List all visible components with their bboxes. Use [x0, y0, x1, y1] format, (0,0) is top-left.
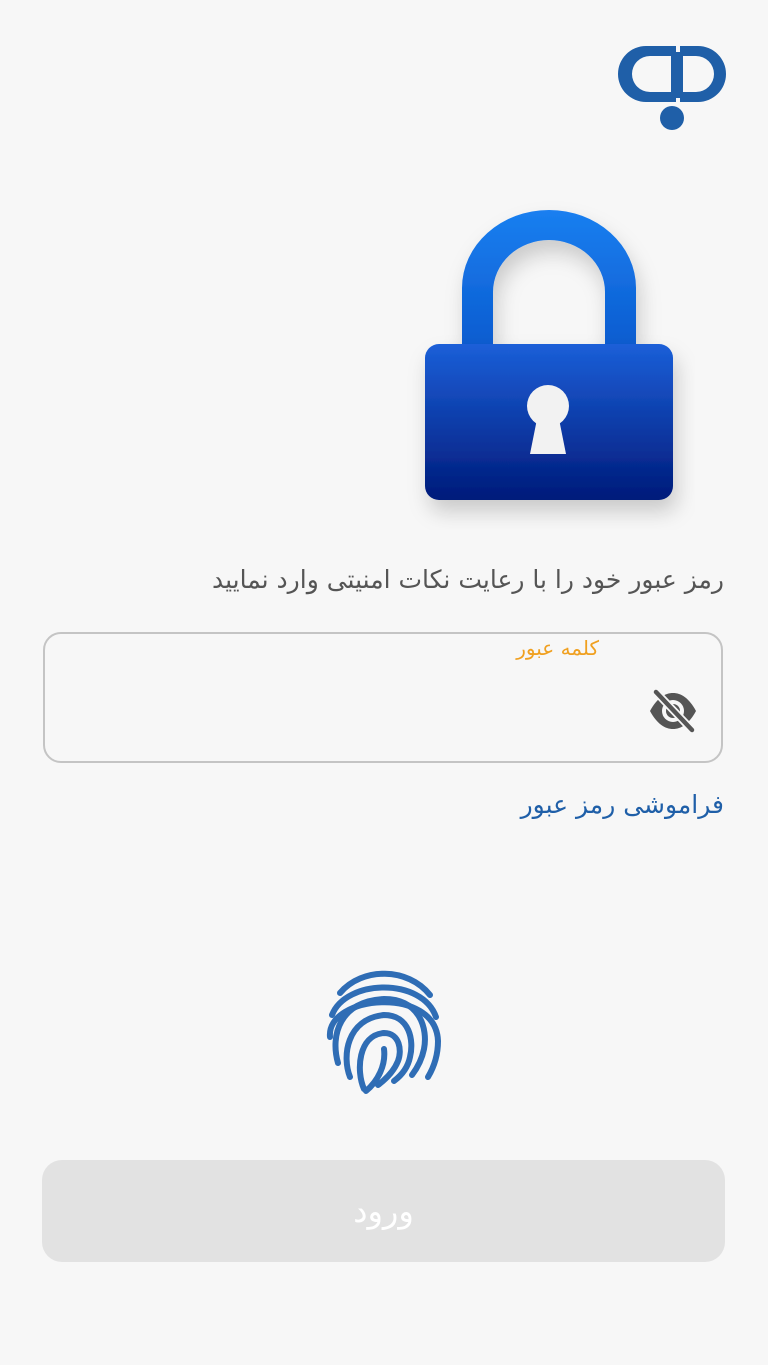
forgot-password-link[interactable]: فراموشی رمز عبور — [521, 790, 724, 819]
bank-logo-icon — [618, 46, 726, 130]
login-screen: رمز عبور خود را با رعایت نکات امنیتی وار… — [0, 0, 768, 1365]
padlock-icon — [425, 210, 673, 500]
login-button[interactable]: ورود — [42, 1160, 725, 1262]
password-input[interactable] — [65, 686, 631, 738]
password-field[interactable]: کلمه عبور — [43, 632, 723, 763]
fingerprint-icon[interactable] — [322, 965, 446, 1097]
eye-off-icon[interactable] — [647, 686, 699, 736]
password-field-label: کلمه عبور — [516, 636, 599, 660]
password-instruction: رمز عبور خود را با رعایت نکات امنیتی وار… — [211, 565, 724, 594]
